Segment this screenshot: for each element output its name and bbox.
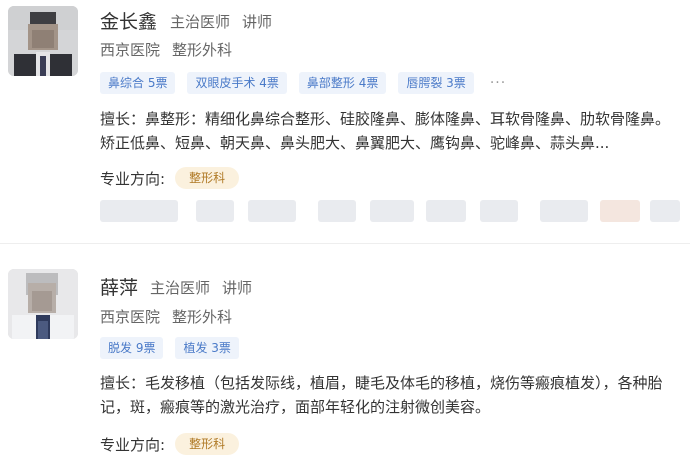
vote-tags: 鼻综合 5票 双眼皮手术 4票 鼻部整形 4票 唇腭裂 3票 ···: [100, 72, 506, 94]
blurred-content: [100, 200, 680, 222]
doctor-hospital-line: 西京医院 整形外科: [100, 39, 232, 60]
direction-label: 专业方向:: [100, 169, 166, 188]
doctor-name[interactable]: 金长鑫: [100, 7, 157, 34]
doctor-card[interactable]: 金长鑫 主治医师 讲师 西京医院 整形外科 鼻综合 5票 双眼皮手术 4票 鼻部整形…: [0, 0, 690, 243]
direction-label: 专业方向:: [100, 435, 166, 454]
doctor-title: 主治医师: [150, 279, 211, 297]
vote-tag[interactable]: 脱发 9票: [100, 337, 164, 359]
professional-direction: 专业方向: 整形科: [100, 167, 240, 189]
direction-badge: 整形科: [175, 167, 240, 189]
vote-tag[interactable]: 鼻综合 5票: [100, 72, 176, 94]
vote-tag[interactable]: 唇腭裂 3票: [398, 72, 474, 94]
professional-direction: 专业方向: 整形科: [100, 433, 240, 455]
department-name: 整形外科: [172, 308, 233, 326]
doctor-hospital-line: 西京医院 整形外科: [100, 306, 232, 327]
doctor-academic-title: 讲师: [242, 13, 273, 31]
more-tags-icon[interactable]: ···: [490, 75, 506, 91]
doctor-avatar[interactable]: [8, 6, 78, 76]
doctor-titles: 主治医师 讲师: [150, 277, 252, 298]
vote-tag[interactable]: 双眼皮手术 4票: [187, 72, 287, 94]
hospital-name[interactable]: 西京医院: [100, 308, 160, 326]
hospital-name[interactable]: 西京医院: [100, 41, 160, 59]
doctor-academic-title: 讲师: [222, 279, 253, 297]
vote-tags: 脱发 9票 植发 3票: [100, 337, 239, 359]
doctor-name[interactable]: 薛萍: [100, 273, 138, 300]
doctor-titles: 主治医师 讲师: [170, 11, 272, 32]
vote-tag[interactable]: 植发 3票: [175, 337, 239, 359]
doctor-title: 主治医师: [170, 13, 231, 31]
doctor-card[interactable]: 薛萍 主治医师 讲师 西京医院 整形外科 脱发 9票 植发 3票 擅长：毛发移植（包…: [0, 244, 690, 461]
doctor-expertise: 擅长：毛发移植（包括发际线，植眉，睫毛及体毛的移植，烧伤等瘢痕植发），各种胎记，…: [100, 374, 663, 416]
direction-badge: 整形科: [175, 433, 240, 455]
department-name: 整形外科: [172, 41, 233, 59]
vote-tag[interactable]: 鼻部整形 4票: [298, 72, 387, 94]
doctor-expertise: 擅长：鼻整形：精细化鼻综合整形、硅胶隆鼻、膨体隆鼻、耳软骨隆鼻、肋软骨隆鼻。矫正…: [100, 110, 671, 152]
doctor-avatar[interactable]: [8, 269, 78, 339]
